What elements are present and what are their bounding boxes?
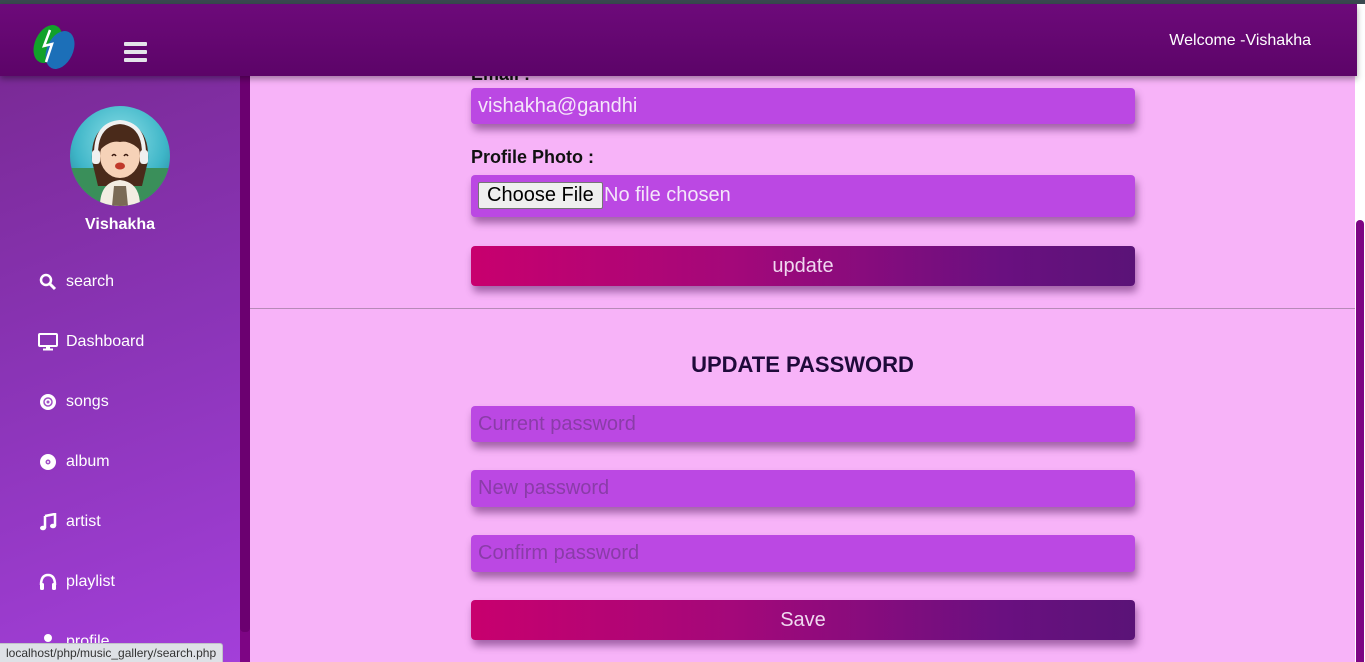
- album-disc-icon: [38, 452, 58, 472]
- sidebar-item-label: album: [66, 453, 110, 470]
- sidebar-item-songs[interactable]: songs: [38, 390, 109, 414]
- save-button[interactable]: Save: [471, 600, 1135, 640]
- monitor-icon: [38, 332, 58, 352]
- status-bar-url: localhost/php/music_gallery/search.php: [0, 643, 224, 662]
- no-file-text: No file chosen: [604, 184, 731, 206]
- profile-photo-input[interactable]: Choose File No file chosen: [471, 175, 1135, 217]
- sidebar-item-label: Dashboard: [66, 333, 145, 350]
- sidebar: Vishakha search Dashboard songs album ar…: [0, 76, 240, 662]
- sidebar-item-album[interactable]: album: [38, 450, 110, 474]
- avatar: [70, 106, 170, 206]
- section-divider: [250, 308, 1355, 309]
- page-scrollbar-thumb[interactable]: [1356, 220, 1364, 662]
- sidebar-scrollbar-thumb[interactable]: [240, 76, 250, 632]
- sidebar-item-search[interactable]: search: [38, 270, 114, 294]
- menu-toggle-icon[interactable]: [124, 42, 147, 62]
- disc-icon: [38, 392, 58, 412]
- main-content: Email : Profile Photo : Choose File No f…: [250, 64, 1355, 662]
- sidebar-item-label: artist: [66, 513, 101, 530]
- top-header: Welcome -Vishakha: [0, 4, 1357, 76]
- search-icon: [38, 272, 58, 292]
- confirm-password-field[interactable]: [471, 535, 1135, 572]
- update-password-title: UPDATE PASSWORD: [691, 352, 914, 377]
- sidebar-item-dashboard[interactable]: Dashboard: [38, 330, 144, 354]
- welcome-text: Welcome -Vishakha: [1169, 32, 1311, 49]
- profile-photo-label: Profile Photo :: [471, 147, 594, 167]
- music-note-icon: [38, 512, 58, 532]
- email-field[interactable]: [471, 88, 1135, 124]
- sidebar-item-artist[interactable]: artist: [38, 510, 101, 534]
- choose-file-button[interactable]: Choose File: [478, 182, 603, 209]
- headphones-icon: [38, 572, 58, 592]
- new-password-field[interactable]: [471, 470, 1135, 507]
- sidebar-item-label: playlist: [66, 573, 115, 590]
- sidebar-username: Vishakha: [85, 216, 155, 233]
- app-logo: [33, 25, 75, 69]
- sidebar-item-playlist[interactable]: playlist: [38, 570, 115, 594]
- current-password-field[interactable]: [471, 406, 1135, 442]
- sidebar-item-label: songs: [66, 393, 109, 410]
- sidebar-item-label: search: [66, 273, 115, 290]
- update-button[interactable]: update: [471, 246, 1135, 286]
